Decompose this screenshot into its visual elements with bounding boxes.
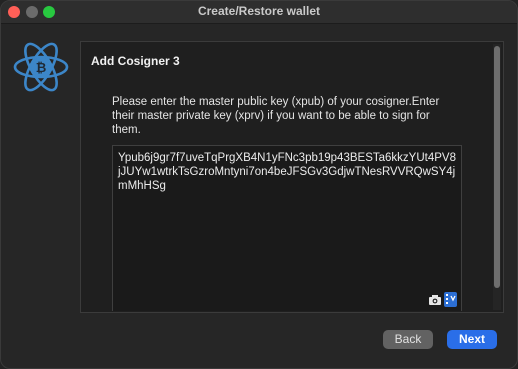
cosigner-panel: Add Cosigner 3 Please enter the master p… — [80, 41, 504, 313]
svg-text:₿: ₿ — [36, 61, 47, 76]
wallet-window: Create/Restore wallet ₿ Add Cosigner 3 P… — [0, 0, 518, 369]
vertical-scrollbar[interactable] — [493, 44, 501, 310]
title-bar: Create/Restore wallet — [1, 1, 517, 24]
window-title: Create/Restore wallet — [197, 4, 321, 18]
camera-icon[interactable] — [428, 294, 442, 306]
virtual-keyboard-icon[interactable] — [444, 292, 457, 307]
master-key-value[interactable]: Ypub6j9gr7f7uveTqPrgXB4N1yFNc3pb19p43BES… — [118, 151, 458, 193]
page-heading: Add Cosigner 3 — [91, 54, 180, 68]
electrum-bitcoin-logo-icon: ₿ — [13, 42, 69, 92]
back-button[interactable]: Back — [383, 330, 433, 349]
next-button[interactable]: Next — [447, 330, 497, 349]
scrollbar-thumb[interactable] — [494, 46, 500, 288]
instructions-text: Please enter the master public key (xpub… — [112, 96, 440, 136]
master-key-input[interactable]: Ypub6j9gr7f7uveTqPrgXB4N1yFNc3pb19p43BES… — [112, 145, 462, 311]
